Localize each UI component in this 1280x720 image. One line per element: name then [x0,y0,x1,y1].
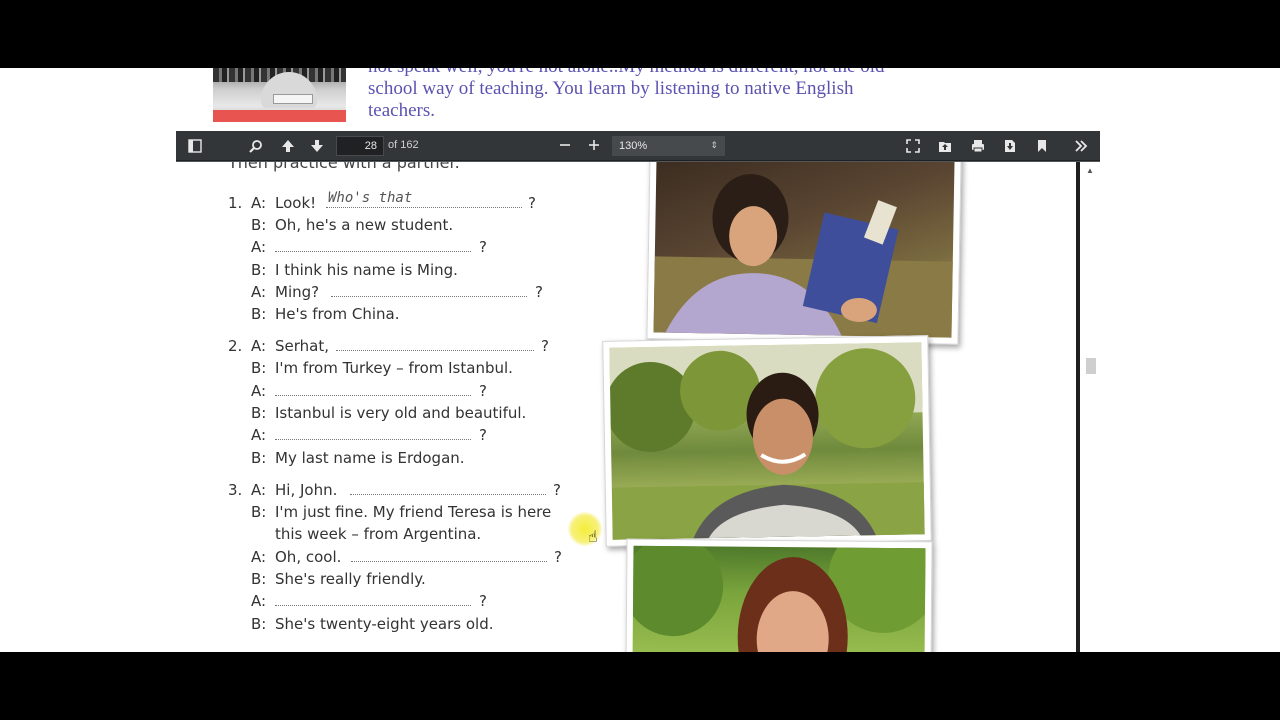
presentation-mode-icon[interactable] [902,135,924,157]
web-page: not speak well, you're not alone..My met… [0,68,1280,652]
zoom-in-icon[interactable] [583,135,605,157]
question-mark: ? [479,426,487,444]
speaker-label: A: [251,426,267,444]
pdf-toolbar: 28 of 162 130% ⇕ [176,131,1100,161]
dialogue-text: He's from China. [275,305,400,323]
dialogue-text: I'm just fine. My friend Teresa is here [275,503,552,521]
download-icon[interactable] [999,135,1021,157]
speaker-label: B: [251,449,267,467]
dialogue-text: Oh, he's a new student. [275,216,454,234]
exercise-instruction: Then practice with a partner. [228,162,460,172]
pdf-page: Then practice with a partner. 1. A: Look… [176,162,1076,652]
scrollbar-thumb[interactable] [1086,358,1096,374]
answer-blank [275,604,471,606]
exercise-number: 2. [228,337,243,355]
intro-line-3: teachers. [368,100,435,121]
smiling-student-photo [609,342,925,540]
zoom-value: 130% [619,140,648,152]
answer-blank [351,560,547,562]
page-count-label: of 162 [388,139,419,151]
letterbox-top [0,0,1280,68]
dialogue-text: Oh, cool. [275,548,342,566]
dialogue-text: My last name is Erdogan. [275,449,465,467]
dialogue-text: She's twenty-eight years old. [275,615,494,633]
speaker-label: A: [251,238,267,256]
answer-blank [336,349,534,351]
dialogue-text: Ming? [275,283,320,301]
dialogue-text: Look! [275,194,317,212]
speaker-label: A: [251,337,267,355]
thumbnail-red-band [213,110,346,122]
speaker-label: B: [251,216,267,234]
answer-blank [275,394,471,396]
smiling-woman-photo [632,545,926,652]
question-mark: ? [479,238,487,256]
dialogue-text: I think his name is Ming. [275,261,458,279]
page-number-input[interactable]: 28 [336,136,384,156]
next-page-icon[interactable] [306,135,328,157]
speaker-label: A: [251,194,267,212]
photo-serhat [602,335,932,547]
answer-blank [350,493,546,495]
speaker-label: B: [251,615,267,633]
speaker-label: B: [251,570,267,588]
exercise-number: 1. [228,194,243,212]
photo-teresa [625,538,933,652]
tools-icon[interactable] [1070,135,1092,157]
sidebar-toggle-icon[interactable] [184,135,206,157]
handwritten-answer: Who's that [328,190,413,206]
speaker-label: B: [251,359,267,377]
question-mark: ? [554,548,562,566]
speaker-label: A: [251,592,267,610]
hand-cursor-icon: ☝ [588,527,598,546]
article-thumbnail[interactable] [213,68,346,122]
speaker-label: A: [251,283,267,301]
answer-blank [326,206,522,208]
question-mark: ? [528,194,536,212]
speaker-label: A: [251,382,267,400]
previous-page-icon[interactable] [277,135,299,157]
bookmark-icon[interactable] [1031,135,1053,157]
student-reading-photo [653,162,955,338]
zoom-select[interactable]: 130% ⇕ [612,136,725,156]
question-mark: ? [535,283,543,301]
question-mark: ? [479,382,487,400]
select-arrows-icon: ⇕ [710,140,718,150]
speaker-label: B: [251,404,267,422]
search-icon[interactable] [245,135,267,157]
speaker-label: B: [251,503,267,521]
answer-blank [275,250,471,252]
page-edge [1076,162,1080,652]
pdf-viewer: 28 of 162 130% ⇕ Then practice with a pa… [176,131,1100,652]
intro-text: not speak well, you're not alone..My met… [368,68,968,122]
dialogue-text: She's really friendly. [275,570,426,588]
letterbox-bottom [0,652,1280,720]
dialogue-text: I'm from Turkey – from Istanbul. [275,359,513,377]
intro-line-2: school way of teaching. You learn by lis… [368,78,854,99]
open-file-icon[interactable] [934,135,956,157]
speaker-label: B: [251,261,267,279]
dialogue-text: Istanbul is very old and beautiful. [275,404,527,422]
pdf-scrollbar[interactable]: ▲ [1076,162,1100,652]
question-mark: ? [479,592,487,610]
dialogue-text: Hi, John. [275,481,338,499]
answer-blank [331,295,527,297]
intro-line-1: not speak well, you're not alone..My met… [368,68,968,78]
question-mark: ? [553,481,561,499]
exercise-number: 3. [228,481,243,499]
answer-blank [275,438,471,440]
speaker-label: B: [251,305,267,323]
speaker-label: A: [251,481,267,499]
zoom-out-icon[interactable] [554,135,576,157]
open-book-image-part [273,94,313,104]
print-icon[interactable] [967,135,989,157]
dialogue-text: this week – from Argentina. [275,525,482,543]
scroll-up-icon[interactable]: ▲ [1086,166,1094,175]
speaker-label: A: [251,548,267,566]
question-mark: ? [541,337,549,355]
photo-ming [646,162,962,345]
dialogue-text: Serhat, [275,337,330,355]
